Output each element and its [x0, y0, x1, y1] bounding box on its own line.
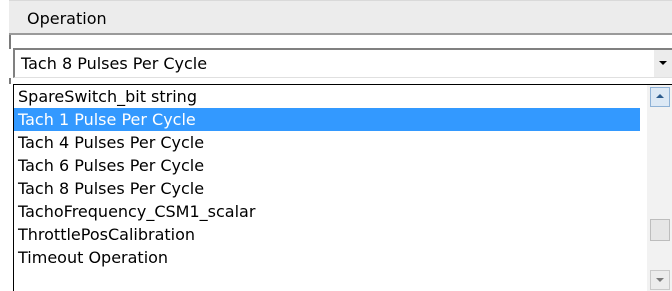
list-item[interactable]: Tach 6 Pulses Per Cycle	[14, 154, 640, 177]
list-item[interactable]: Tach 4 Pulses Per Cycle	[14, 131, 640, 154]
combobox-value: Tach 8 Pulses Per Cycle	[21, 54, 208, 73]
column-header-label: Operation	[27, 9, 107, 28]
column-header[interactable]: Operation	[9, 0, 672, 33]
vertical-scrollbar[interactable]	[647, 85, 672, 291]
list-item[interactable]: Timeout Operation	[14, 246, 640, 269]
operation-combobox[interactable]: Tach 8 Pulses Per Cycle	[13, 48, 672, 78]
scroll-down-icon[interactable]	[650, 270, 670, 290]
list-item[interactable]: TachoFrequency_CSM1_scalar	[14, 200, 640, 223]
left-border-tick	[9, 78, 11, 84]
list-item-selected[interactable]: Tach 1 Pulse Per Cycle	[14, 108, 640, 131]
left-border-tick	[9, 35, 11, 49]
list-item[interactable]: SpareSwitch_bit string	[14, 85, 640, 108]
dropdown-arrow-icon[interactable]	[654, 50, 672, 77]
operation-dropdown-list[interactable]: SpareSwitch_bit string Tach 1 Pulse Per …	[13, 84, 672, 291]
operation-editor: Operation Tach 8 Pulses Per Cycle SpareS…	[0, 0, 672, 291]
scroll-up-icon[interactable]	[650, 87, 670, 107]
list-item[interactable]: ThrottlePosCalibration	[14, 223, 640, 246]
list-item[interactable]: Tach 8 Pulses Per Cycle	[14, 177, 640, 200]
scrollbar-thumb[interactable]	[650, 219, 670, 241]
header-divider	[9, 33, 672, 35]
